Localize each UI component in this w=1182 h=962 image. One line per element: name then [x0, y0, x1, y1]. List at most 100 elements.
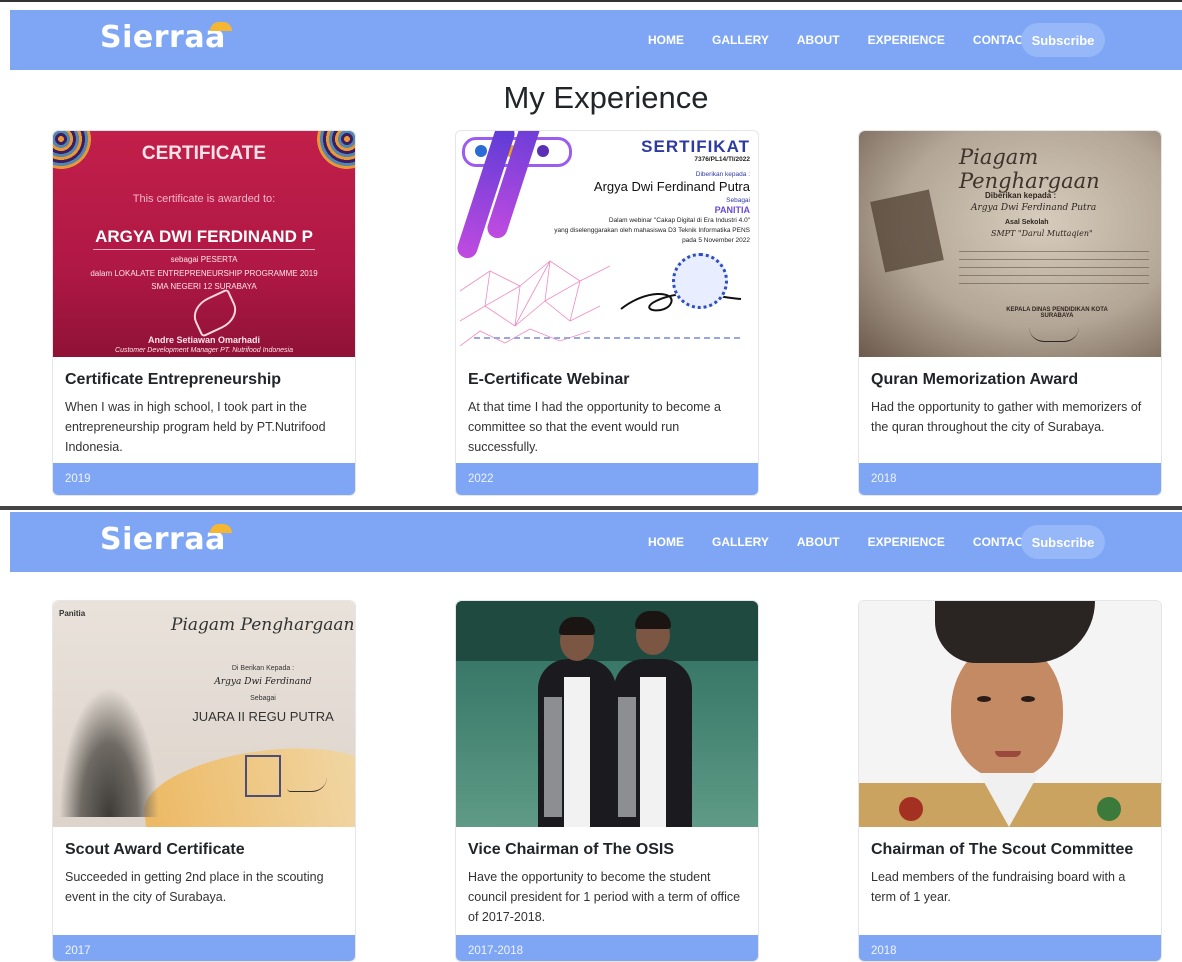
hair-decor	[635, 611, 671, 629]
beret-icon	[935, 601, 1095, 663]
nav-link-gallery[interactable]: GALLERY	[712, 33, 769, 47]
divider	[93, 249, 315, 250]
stamp-icon	[245, 755, 281, 797]
eye-icon	[1021, 696, 1035, 702]
eye-icon	[977, 696, 991, 702]
certificate-signer-title: KEPALA DINAS PENDIDIKAN KOTA SURABAYA	[1006, 307, 1108, 319]
certificate-given-to: Diberikan kepada :	[985, 191, 1057, 200]
nav-link-about[interactable]: ABOUT	[797, 33, 840, 47]
card-title: E-Certificate Webinar	[468, 371, 630, 388]
nav-link-experience[interactable]: EXPERIENCE	[868, 33, 945, 47]
logo-icon	[537, 145, 549, 157]
certificate-name: Argya Dwi Ferdinand Putra	[971, 203, 1097, 213]
certificate-image-scout: Panitia Piagam Penghargaan Di Berikan Ke…	[53, 601, 355, 827]
experience-card-scout-chairman: Chairman of The Scout Committee Lead mem…	[858, 600, 1162, 962]
nav-link-home[interactable]: HOME	[648, 33, 684, 47]
brand-accent-icon	[210, 22, 232, 31]
certificate-signer: Andre Setiawan Omarhadi	[147, 335, 261, 345]
card-text: Succeeded in getting 2nd place in the sc…	[65, 870, 324, 904]
navbar: Sierraa HOME GALLERY ABOUT EXPERIENCE CO…	[10, 10, 1182, 70]
certificate-role: PANITIA	[714, 205, 750, 215]
photo-osis	[456, 601, 758, 827]
certificate-given-to: Di Berikan Kepada :	[231, 665, 295, 672]
nav-link-home[interactable]: HOME	[648, 535, 684, 549]
card-text: At that time I had the opportunity to be…	[468, 400, 721, 454]
lapel-decor	[618, 697, 636, 817]
text-line	[959, 259, 1149, 260]
certificate-school: SMA NEGERI 12 SURABAYA	[151, 282, 257, 291]
experience-card-osis: Vice Chairman of The OSIS Have the oppor…	[455, 600, 759, 962]
badge-icon	[899, 797, 923, 821]
card-text: When I was in high school, I took part i…	[65, 400, 326, 454]
card-footer-year: 2022	[456, 463, 758, 495]
text-line	[959, 275, 1149, 276]
card-text: Lead members of the fundraising board wi…	[871, 870, 1126, 904]
certificate-school: SMPT "Darul Muttaqien"	[991, 229, 1093, 238]
nav-links: HOME GALLERY ABOUT EXPERIENCE CONTACT	[648, 512, 1059, 572]
divider	[474, 337, 740, 339]
certificate-name: Argya Dwi Ferdinand Putra	[593, 179, 750, 194]
card-text: Have the opportunity to become the stude…	[468, 870, 741, 924]
nav-link-experience[interactable]: EXPERIENCE	[868, 535, 945, 549]
subscribe-button[interactable]: Subscribe	[1021, 525, 1105, 559]
card-footer-year: 2019	[53, 463, 355, 495]
stamp-icon	[672, 253, 728, 309]
badge-icon	[1097, 797, 1121, 821]
lapel-decor	[544, 697, 562, 817]
shirt-decor	[564, 677, 590, 827]
certificate-name: Argya Dwi Ferdinand	[214, 677, 312, 687]
certificate-heading: Piagam Penghargaan	[171, 615, 355, 635]
brand-logo[interactable]: Sierraa	[100, 522, 226, 557]
network-decor	[460, 260, 610, 346]
signature-icon	[187, 288, 243, 338]
certificate-heading: CERTIFICATE	[141, 143, 267, 164]
certificate-event: dalam LOKALATE ENTREPRENEURSHIP PROGRAMM…	[90, 269, 318, 278]
certificate-event: Dalam webinar "Cakap Digital di Era Indu…	[608, 217, 750, 224]
certificate-image-quran: Piagam Penghargaan Diberikan kepada : Ar…	[859, 131, 1161, 357]
subscribe-button[interactable]: Subscribe	[1021, 23, 1105, 57]
certificate-image-entrepreneurship: CERTIFICATE This certificate is awarded …	[53, 131, 355, 357]
nav-links: HOME GALLERY ABOUT EXPERIENCE CONTACT	[648, 10, 1059, 70]
certificate-rank: JUARA II REGU PUTRA	[192, 709, 334, 724]
certificate-given-to: Diberikan kepada :	[695, 171, 750, 178]
certificate-org: Panitia	[59, 609, 86, 618]
quran-book-icon	[870, 189, 944, 273]
certificate-as: Sebagai	[726, 197, 750, 204]
wall-decor	[456, 601, 758, 661]
experience-card-entrepreneurship: CERTIFICATE This certificate is awarded …	[52, 130, 356, 496]
certificate-role: sebagai PESERTA	[170, 255, 238, 264]
brand-accent-icon	[210, 524, 232, 533]
nav-link-gallery[interactable]: GALLERY	[712, 535, 769, 549]
certificate-as: Sebagai	[250, 695, 276, 702]
card-title: Quran Memorization Award	[871, 371, 1079, 388]
certificate-heading: SERTIFIKAT	[641, 137, 750, 156]
text-line	[959, 267, 1149, 268]
screenshot-frame-bottom: Sierraa HOME GALLERY ABOUT EXPERIENCE CO…	[0, 506, 1182, 962]
card-footer-year: 2018	[859, 463, 1161, 495]
certificate-date: pada 5 November 2022	[682, 237, 750, 244]
experience-card-webinar: SERTIFIKAT 7376/PL14/TI/2022 Diberikan k…	[455, 130, 759, 496]
experience-card-quran: Piagam Penghargaan Diberikan kepada : Ar…	[858, 130, 1162, 496]
hair-decor	[559, 617, 595, 635]
certificate-number: 7376/PL14/TI/2022	[694, 156, 750, 163]
screenshot-frame-top: Sierraa HOME GALLERY ABOUT EXPERIENCE CO…	[0, 0, 1182, 506]
nav-link-about[interactable]: ABOUT	[797, 535, 840, 549]
card-footer-year: 2017-2018	[456, 935, 758, 961]
experience-card-scout-award: Panitia Piagam Penghargaan Di Berikan Ke…	[52, 600, 356, 962]
certificate-subheading: This certificate is awarded to:	[132, 193, 276, 205]
brand-logo[interactable]: Sierraa	[100, 20, 226, 55]
certificate-organizer: yang diselenggarakan oleh mahasiswa D3 T…	[554, 227, 750, 234]
text-line	[959, 251, 1149, 252]
signature-icon	[1029, 327, 1079, 342]
plant-decor	[59, 687, 159, 817]
mouth-icon	[995, 751, 1021, 757]
certificate-heading: Piagam Penghargaan	[959, 145, 1100, 193]
card-title: Chairman of The Scout Committee	[871, 841, 1134, 858]
card-footer-year: 2017	[53, 935, 355, 961]
shirt-decor	[640, 677, 666, 827]
text-line	[959, 283, 1149, 284]
certificate-school-label: Asal Sekolah	[1005, 219, 1049, 226]
logo-icon	[475, 145, 487, 157]
certificate-signer-title: Customer Development Manager PT. Nutrifo…	[115, 347, 293, 354]
navbar: Sierraa HOME GALLERY ABOUT EXPERIENCE CO…	[10, 512, 1182, 572]
